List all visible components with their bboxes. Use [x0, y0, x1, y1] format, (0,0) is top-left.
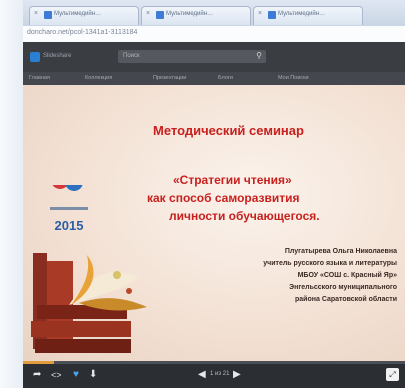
slide-subtitle-line2: как способ саморазвития	[147, 191, 300, 205]
window-shadow	[0, 0, 23, 388]
page-content: Slideshare Поиск ⚲ Главная Коллекция Пре…	[23, 42, 405, 388]
fullscreen-icon[interactable]: ⤢	[386, 368, 399, 381]
author-region: района Саратовской области	[295, 296, 397, 303]
download-icon[interactable]: ⬇	[89, 370, 97, 380]
menu-item-my-search[interactable]: Мои Поиски	[278, 75, 309, 81]
site-logo-text[interactable]: Slideshare	[43, 53, 71, 59]
close-tab-icon[interactable]: ×	[258, 10, 262, 17]
site-logo-icon[interactable]	[30, 52, 40, 62]
tab-label: Мультимедийн…	[166, 11, 214, 17]
site-header: Slideshare Поиск ⚲	[23, 42, 405, 72]
embed-icon[interactable]: <>	[51, 370, 62, 380]
search-input[interactable]: Поиск ⚲	[118, 50, 266, 63]
favicon-icon	[268, 11, 276, 19]
prev-slide-icon[interactable]: ◀	[198, 370, 206, 380]
tab-label: Мультимедийн…	[54, 11, 102, 17]
progress-bar[interactable]	[23, 361, 405, 364]
slide-subtitle-line1: «Стратегии чтения»	[173, 173, 292, 187]
favicon-icon	[156, 11, 164, 19]
site-menu: Главная Коллекция Презентации Блоги Мои …	[23, 72, 405, 85]
next-slide-icon[interactable]: ▶	[233, 370, 241, 380]
author-municipality: Энгельсского муниципального	[289, 284, 397, 291]
url-text: doncharo.net/pcol-1341a1-3113184	[27, 29, 138, 36]
browser-window: × Мультимедийн… × Мультимедийн… × Мульти…	[23, 0, 405, 388]
menu-item-home[interactable]: Главная	[29, 75, 50, 81]
slide-view[interactable]: 2015 Методический семинар «Стратегии чте…	[23, 85, 405, 361]
close-tab-icon[interactable]: ×	[146, 10, 150, 17]
menu-item-presentations[interactable]: Презентации	[153, 75, 186, 81]
slide-title: Методический семинар	[153, 123, 304, 138]
books-illustration-icon	[31, 253, 147, 353]
tab-label: Мультимедийн…	[278, 11, 326, 17]
page-indicator: 1 из 21	[210, 371, 230, 377]
menu-item-collection[interactable]: Коллекция	[85, 75, 112, 81]
emblem-year: 2015	[55, 218, 84, 233]
like-icon[interactable]: ♥	[73, 370, 79, 380]
menu-item-blogs[interactable]: Блоги	[218, 75, 233, 81]
year-emblem-icon: 2015	[50, 185, 88, 233]
progress-fill	[23, 361, 54, 364]
tab-strip: × Мультимедийн… × Мультимедийн… × Мульти…	[23, 0, 405, 26]
author-school: МБОУ «СОШ с. Красный Яр»	[297, 272, 397, 279]
author-position: учитель русского языка и литературы	[263, 260, 397, 267]
close-tab-icon[interactable]: ×	[34, 10, 38, 17]
address-bar[interactable]: doncharo.net/pcol-1341a1-3113184	[23, 26, 405, 43]
share-icon[interactable]: ➦	[33, 370, 41, 380]
browser-tab-2[interactable]: × Мультимедийн…	[141, 6, 251, 25]
player-controls: ➦ <> ♥ ⬇ ◀ 1 из 21 ▶ ⤢	[23, 361, 405, 388]
author-name: Плугатырева Ольга Николаевна	[284, 248, 397, 255]
favicon-icon	[44, 11, 52, 19]
browser-tab-3[interactable]: × Мультимедийн…	[253, 6, 363, 25]
slide-subtitle-line3: личности обучающегося.	[169, 209, 320, 223]
search-placeholder: Поиск	[123, 53, 140, 59]
search-icon[interactable]: ⚲	[256, 51, 262, 60]
browser-tab-1[interactable]: × Мультимедийн…	[29, 6, 139, 25]
